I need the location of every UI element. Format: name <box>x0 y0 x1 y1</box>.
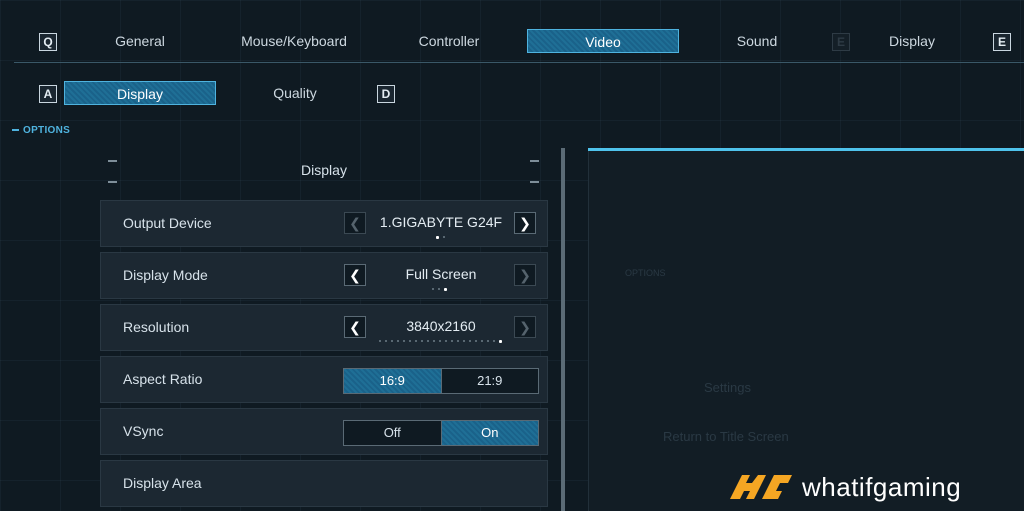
tab-display[interactable]: Display <box>876 29 948 53</box>
next-subtab-key-hint[interactable]: D <box>377 85 395 103</box>
indicator-dot <box>438 288 440 290</box>
dash-icon <box>12 129 19 132</box>
chevron-left-icon[interactable]: ❮ <box>344 316 366 338</box>
indicator-dot <box>436 236 439 239</box>
tab-video[interactable]: Video <box>527 29 679 53</box>
preview-accent-bar <box>588 148 1024 151</box>
indicator-dot <box>415 340 417 342</box>
indicator-dot <box>421 340 423 342</box>
scrollbar[interactable] <box>561 148 565 511</box>
indicator-dot <box>427 340 429 342</box>
setting-row-display-area[interactable]: Display Area <box>100 460 548 507</box>
tab-mouse-keyboard[interactable]: Mouse/Keyboard <box>230 29 358 53</box>
indicator-dot <box>433 340 435 342</box>
subtab-quality[interactable]: Quality <box>258 81 332 105</box>
setting-label: Display Mode <box>123 267 208 283</box>
setting-value: 1.GIGABYTE G24F <box>379 214 503 230</box>
indicator-dot <box>409 340 411 342</box>
next-tab-key-hint[interactable]: E <box>993 33 1011 51</box>
tab-sound[interactable]: Sound <box>722 29 792 53</box>
indicator-dot <box>499 340 502 343</box>
vsync-option-off[interactable]: Off <box>344 421 441 445</box>
indicator-dot <box>379 340 381 342</box>
top-divider <box>14 62 1024 63</box>
chevron-left-icon[interactable]: ❮ <box>344 264 366 286</box>
indicator-dot <box>493 340 495 342</box>
setting-label: Display Area <box>123 475 202 491</box>
top-tab-bar: Q General Mouse/Keyboard Controller Vide… <box>0 0 1024 62</box>
setting-row-aspect-ratio[interactable]: Aspect Ratio 16:9 21:9 <box>100 356 548 403</box>
vsync-option-on[interactable]: On <box>440 421 538 445</box>
options-section-label: OPTIONS <box>12 125 70 136</box>
aspect-ratio-option-16-9[interactable]: 16:9 <box>344 369 441 393</box>
tab-general[interactable]: General <box>100 29 180 53</box>
option-indicator <box>432 288 447 292</box>
prev-subtab-key-hint[interactable]: A <box>39 85 57 103</box>
subtab-display[interactable]: Display <box>64 81 216 105</box>
indicator-dot <box>397 340 399 342</box>
setting-label: Output Device <box>123 215 212 231</box>
indicator-dot <box>451 340 453 342</box>
watermark: whatifgaming <box>728 467 1008 507</box>
dim-key-hint: E <box>832 33 850 51</box>
setting-value: Full Screen <box>405 266 477 282</box>
indicator-dot <box>469 340 471 342</box>
indicator-dot <box>445 340 447 342</box>
setting-label: Resolution <box>123 319 190 335</box>
indicator-dot <box>487 340 489 342</box>
indicator-dot <box>391 340 393 342</box>
indicator-dot <box>432 288 434 290</box>
setting-label: VSync <box>123 423 164 439</box>
indicator-dot <box>439 340 441 342</box>
chevron-left-icon[interactable]: ❮ <box>344 212 366 234</box>
whatifgaming-logo-icon <box>730 475 792 499</box>
setting-row-resolution[interactable]: Resolution ❮ 3840x2160 ❯ <box>100 304 548 351</box>
watermark-text: whatifgaming <box>802 471 962 502</box>
ghost-return-label: Return to Title Screen <box>663 429 789 444</box>
setting-row-output-device[interactable]: Output Device ❮ 1.GIGABYTE G24F ❯ <box>100 200 548 247</box>
option-indicator <box>379 340 502 344</box>
aspect-ratio-option-21-9[interactable]: 21:9 <box>440 369 538 393</box>
setting-row-display-mode[interactable]: Display Mode ❮ Full Screen ❯ <box>100 252 548 299</box>
indicator-dot <box>443 236 445 238</box>
indicator-dot <box>481 340 483 342</box>
prev-tab-key-hint[interactable]: Q <box>39 33 57 51</box>
chevron-right-icon[interactable]: ❯ <box>514 264 536 286</box>
ghost-options-label: OPTIONS <box>625 268 666 278</box>
aspect-ratio-toggle: 16:9 21:9 <box>343 368 539 394</box>
setting-label: Aspect Ratio <box>123 371 203 387</box>
vsync-toggle: Off On <box>343 420 539 446</box>
option-indicator <box>436 236 445 240</box>
indicator-dot <box>463 340 465 342</box>
preview-panel: OPTIONS Settings Return to Title Screen <box>588 148 1024 511</box>
indicator-dot <box>403 340 405 342</box>
indicator-dot <box>475 340 477 342</box>
indicator-dot <box>385 340 387 342</box>
options-label-text: OPTIONS <box>23 125 71 136</box>
section-title: Display <box>301 162 347 178</box>
ghost-settings-label: Settings <box>704 380 751 395</box>
indicator-dot <box>457 340 459 342</box>
setting-row-vsync[interactable]: VSync Off On <box>100 408 548 455</box>
tab-controller[interactable]: Controller <box>400 29 498 53</box>
chevron-right-icon[interactable]: ❯ <box>514 212 536 234</box>
setting-value: 3840x2160 <box>406 318 476 334</box>
indicator-dot <box>444 288 447 291</box>
chevron-right-icon[interactable]: ❯ <box>514 316 536 338</box>
